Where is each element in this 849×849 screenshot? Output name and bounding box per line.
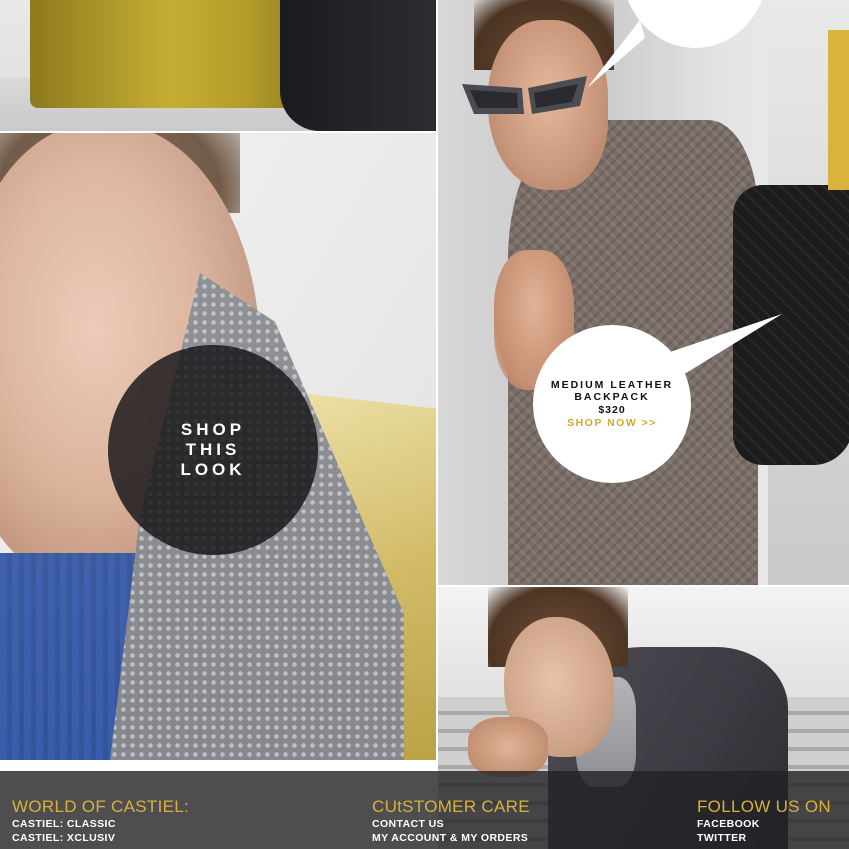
shop-now-link[interactable]: SHOP NOW >>	[567, 417, 657, 430]
footer-follow-column: FOLLOW US ON FACEBOOK TWITTER	[697, 797, 831, 845]
footer-care-heading: CUtSTOMER CARE	[372, 797, 530, 816]
footer-world-column: WORLD OF CASTIEL: CASTIEL: CLASSIC CASTI…	[12, 797, 189, 845]
footer-link-my-account[interactable]: MY ACCOUNT & MY ORDERS	[372, 831, 530, 845]
gold-accent-bar	[828, 30, 849, 190]
footer-world-heading: WORLD OF CASTIEL:	[12, 797, 190, 816]
footer-link-facebook[interactable]: FACEBOOK	[697, 817, 831, 831]
product-name-line-2: BACKPACK	[574, 390, 650, 403]
shop-look-line-1: SHOP	[180, 420, 246, 439]
coat-photo-tile[interactable]	[0, 0, 436, 131]
seated-model-hand	[468, 717, 548, 777]
product-callout-bubble[interactable]: MEDIUM LEATHER BACKPACK $320 SHOP NOW >>	[533, 325, 691, 483]
footer-care-column: CUtSTOMER CARE CONTACT US MY ACCOUNT & M…	[372, 797, 530, 845]
footer-link-castiel-xclusiv[interactable]: CASTIEL: XCLUSIV	[12, 831, 189, 845]
dark-trousers	[280, 0, 436, 131]
footer-link-twitter[interactable]: TWITTER	[697, 831, 831, 845]
footer-follow-heading: FOLLOW US ON	[697, 797, 831, 816]
shop-look-line-3: LOOK	[180, 460, 246, 479]
sunglasses-icon	[462, 76, 587, 114]
shop-this-look-button[interactable]: SHOP THIS LOOK	[108, 345, 318, 555]
product-name-line-1: MEDIUM LEATHER	[550, 378, 674, 391]
product-price: $320	[598, 403, 626, 416]
product-bubble-pointer-icon	[670, 314, 782, 378]
footer-link-castiel-classic[interactable]: CASTIEL: CLASSIC	[12, 817, 189, 831]
site-footer: WORLD OF CASTIEL: CASTIEL: CLASSIC CASTI…	[0, 771, 849, 849]
shop-look-line-2: THIS	[185, 440, 241, 459]
top-bubble-pointer-icon	[587, 20, 645, 88]
footer-link-contact-us[interactable]: CONTACT US	[372, 817, 530, 831]
